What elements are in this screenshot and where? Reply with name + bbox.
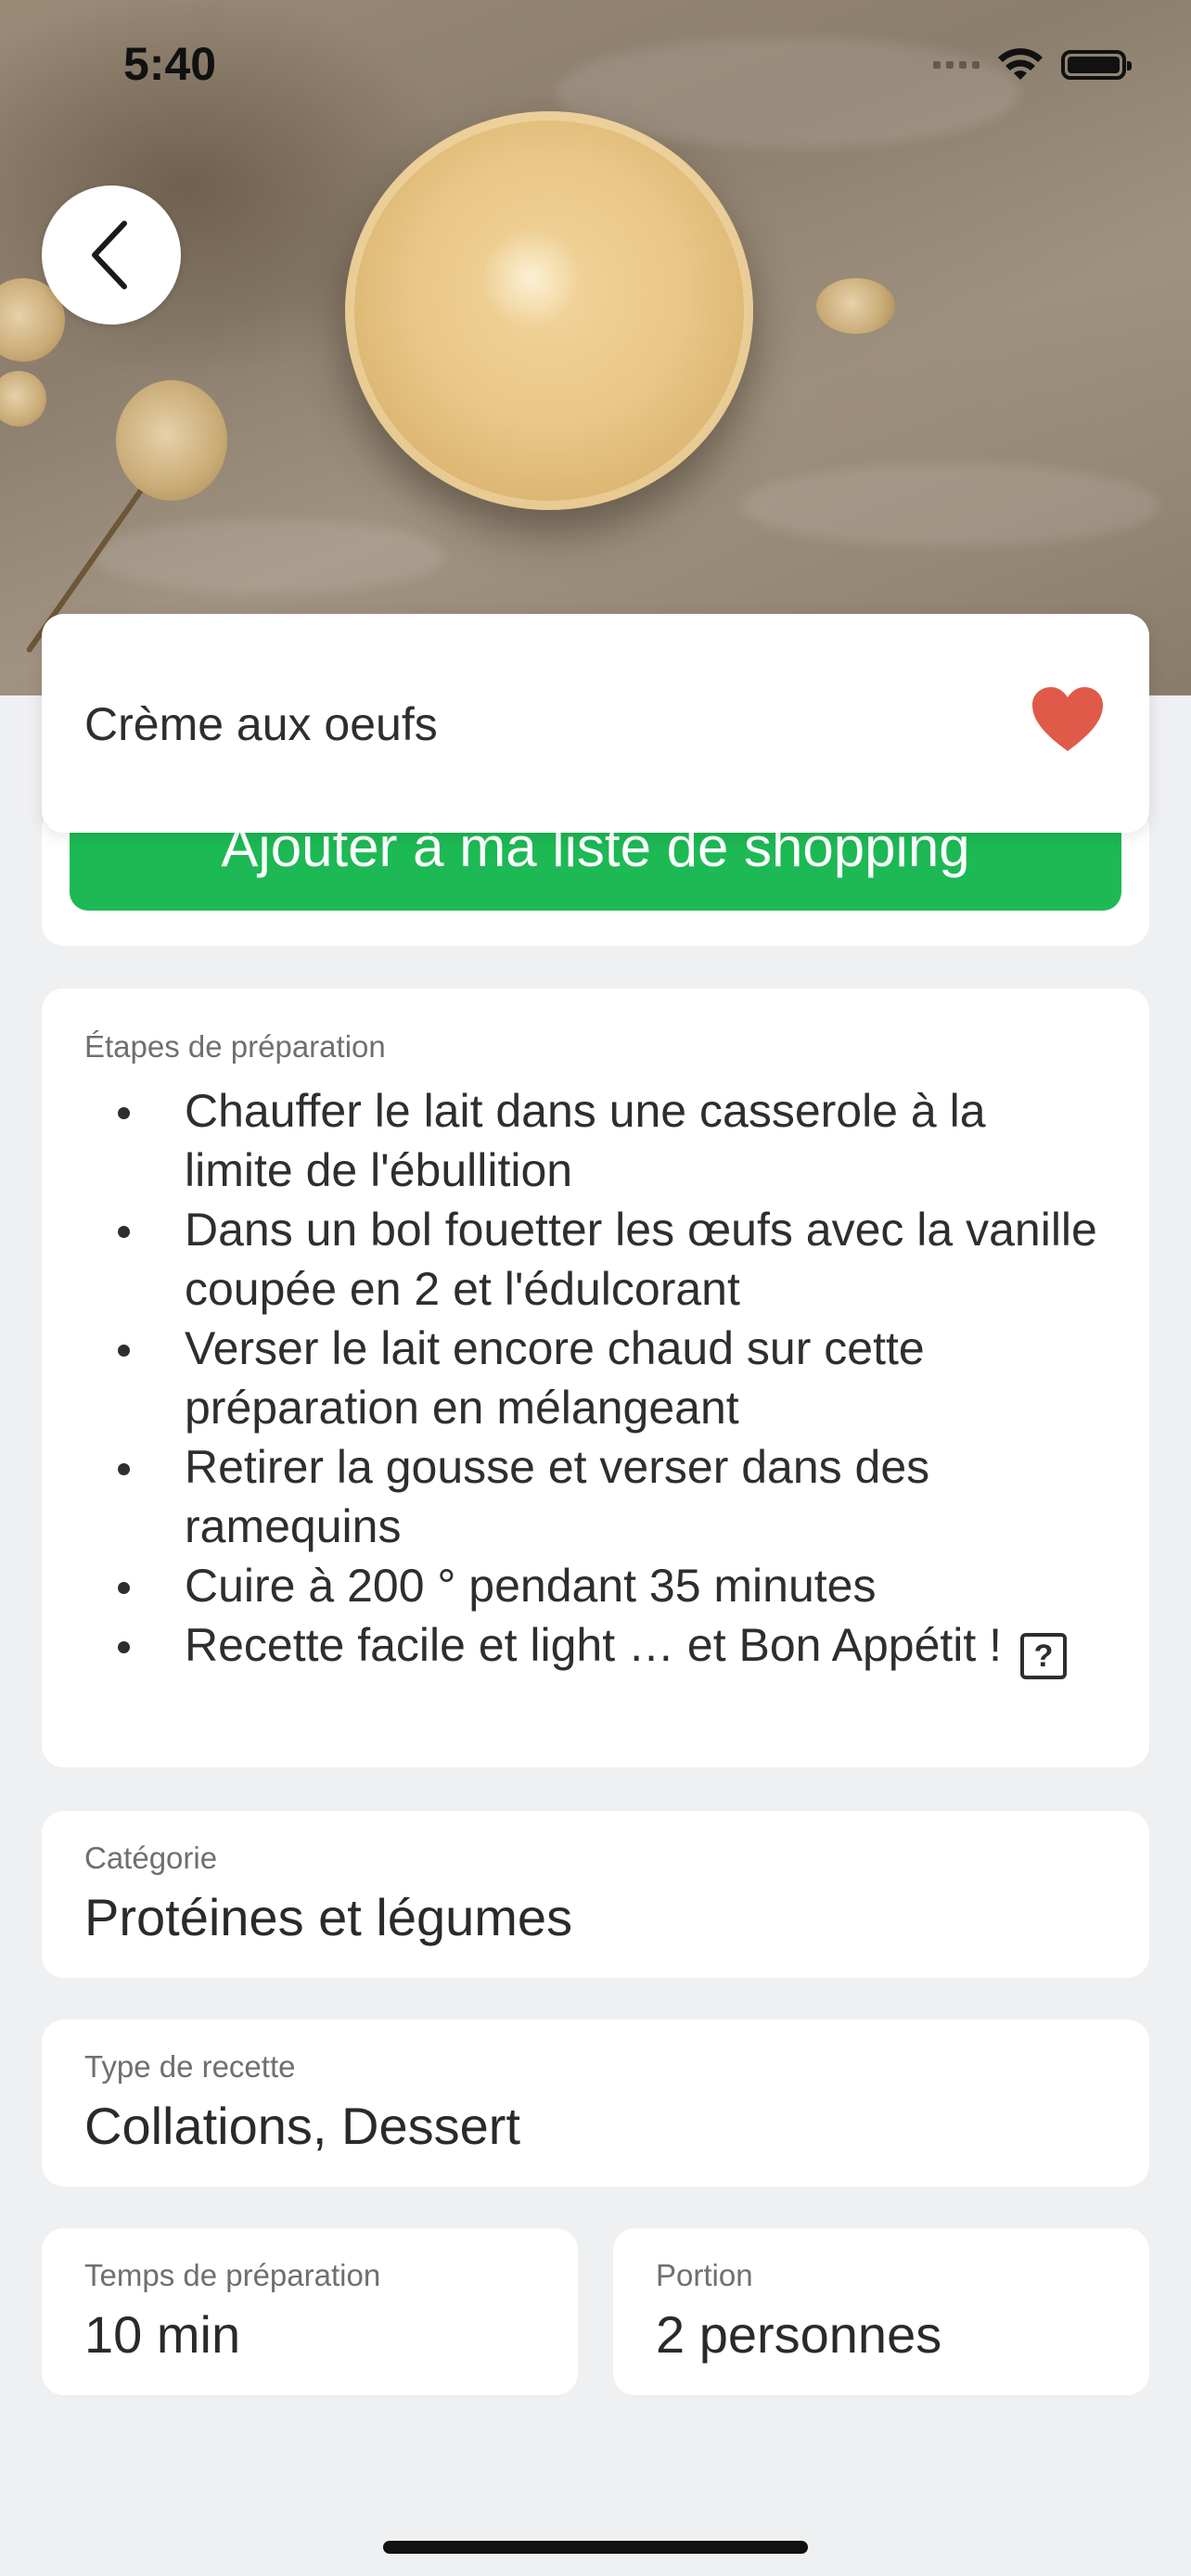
- unknown-glyph-icon: ?: [1019, 1633, 1067, 1679]
- custard-glare: [484, 223, 577, 334]
- recipe-title-card: Crème aux oeufs: [42, 614, 1149, 833]
- recipe-type-card: Type de recette Collations, Dessert: [42, 2020, 1149, 2187]
- recipe-type-label: Type de recette: [84, 2049, 296, 2084]
- dried-flower: [0, 371, 46, 427]
- prep-time-value: 10 min: [84, 2305, 241, 2364]
- steps-list: Chauffer le lait dans une casserole à la…: [84, 1081, 1107, 1679]
- step-item: Dans un bol fouetter les œufs avec la va…: [84, 1200, 1107, 1319]
- step-item: Cuire à 200 ° pendant 35 minutes: [84, 1556, 1107, 1615]
- recipe-type-value: Collations, Dessert: [84, 2097, 520, 2155]
- dried-petal: [816, 278, 895, 334]
- prep-time-label: Temps de préparation: [84, 2258, 381, 2292]
- category-card: Catégorie Protéines et légumes: [42, 1811, 1149, 1978]
- status-time: 5:40: [123, 38, 217, 90]
- preparation-steps-card: Étapes de préparation Chauffer le lait d…: [42, 988, 1149, 1767]
- category-value: Protéines et légumes: [84, 1888, 573, 1946]
- portion-label: Portion: [656, 2258, 753, 2292]
- custard-ramekin: [345, 111, 753, 510]
- battery-icon: [1061, 50, 1132, 80]
- cloth-fold: [93, 519, 445, 593]
- step-item: Retirer la gousse et verser dans des ram…: [84, 1437, 1107, 1556]
- favorite-heart-icon[interactable]: [1031, 686, 1105, 753]
- portion-card: Portion 2 personnes: [613, 2228, 1149, 2395]
- cellular-signal-icon: [933, 61, 980, 69]
- cloth-fold: [742, 464, 1159, 547]
- recipe-title: Crème aux oeufs: [84, 698, 438, 750]
- chevron-left-icon: [92, 221, 127, 289]
- status-icons: [933, 46, 1132, 83]
- portion-value: 2 personnes: [656, 2305, 942, 2364]
- steps-label: Étapes de préparation: [84, 1029, 386, 1064]
- category-label: Catégorie: [84, 1841, 218, 1875]
- wifi-icon: [998, 48, 1043, 80]
- step-item-last: Recette facile et light … et Bon Appétit…: [84, 1615, 1107, 1679]
- step-item-text: Recette facile et light … et Bon Appétit…: [185, 1619, 1003, 1671]
- home-indicator[interactable]: [383, 2541, 808, 2554]
- step-item: Verser le lait encore chaud sur cette pr…: [84, 1319, 1107, 1437]
- recipe-hero-image: [0, 0, 1191, 695]
- step-item: Chauffer le lait dans une casserole à la…: [84, 1081, 1107, 1200]
- back-button[interactable]: [42, 185, 181, 325]
- prep-time-card: Temps de préparation 10 min: [42, 2228, 578, 2395]
- dried-flower: [116, 380, 227, 501]
